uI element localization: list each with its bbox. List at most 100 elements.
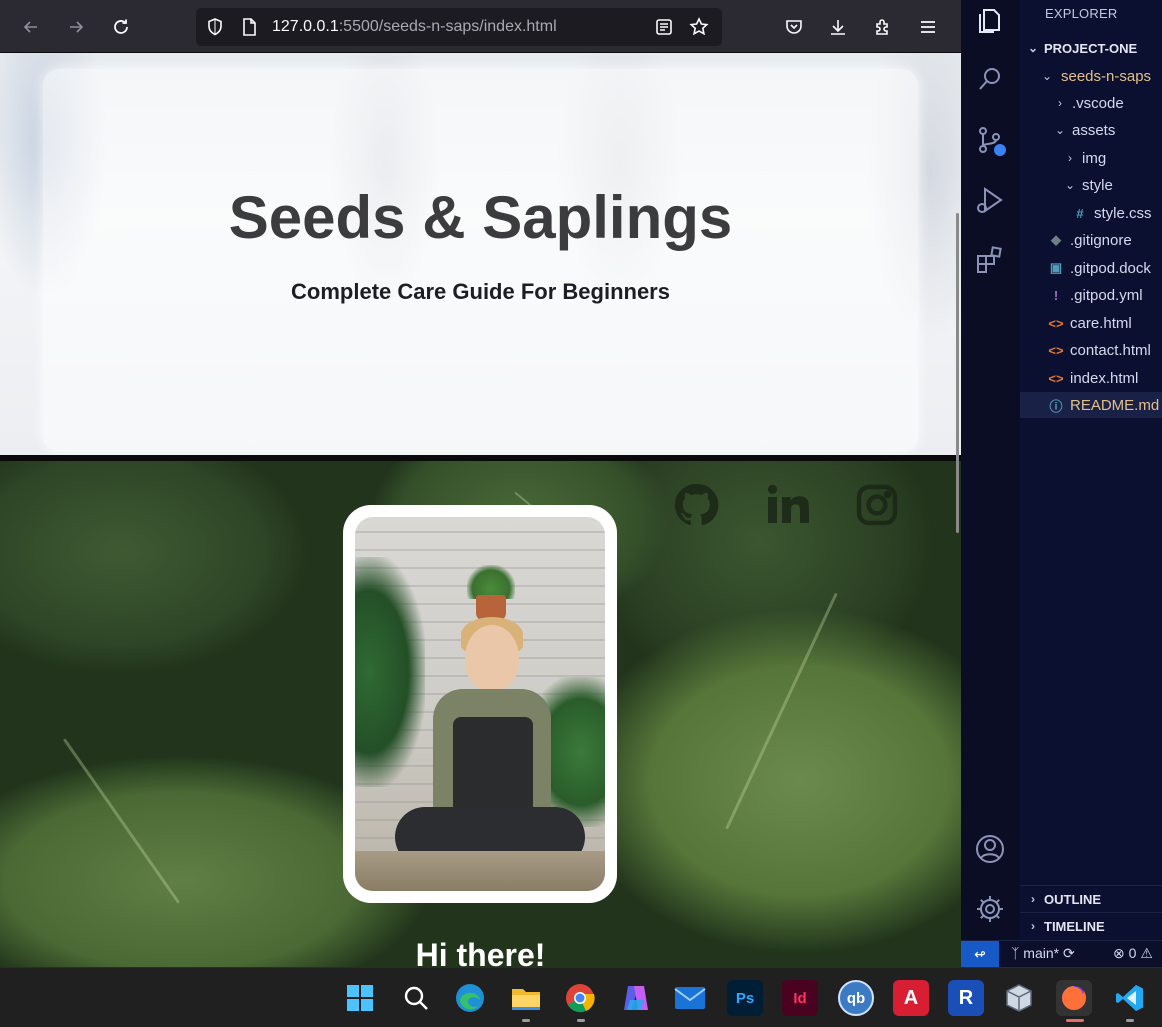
browser-toolbar: 127.0.0.1:5500/seeds-n-saps/index.html <box>0 0 961 53</box>
branch-icon: ᛉ <box>1011 945 1020 961</box>
leaf-vein <box>725 592 838 830</box>
forward-button[interactable] <box>60 11 92 43</box>
puzzle-icon <box>876 19 888 35</box>
page-icon[interactable] <box>239 17 259 37</box>
project-root[interactable]: ⌄ PROJECT-ONE <box>1020 35 1162 61</box>
run-debug-icon[interactable] <box>974 184 1006 216</box>
browser-window: 127.0.0.1:5500/seeds-n-saps/index.html S… <box>0 0 961 967</box>
linkedin-icon[interactable] <box>764 481 812 529</box>
remote-icon: ↫ <box>974 946 986 962</box>
tree-item-style-css[interactable]: # style.css <box>1020 200 1162 226</box>
reader-view-icon[interactable] <box>654 17 674 37</box>
tree-item-label: index.html <box>1070 369 1139 387</box>
tree-item-contact-html[interactable]: <> contact.html <box>1020 337 1162 363</box>
tree-item-gitpod-dockerfile[interactable]: ▣ .gitpod.dock <box>1020 255 1162 281</box>
tree-item-care-html[interactable]: <> care.html <box>1020 310 1162 336</box>
tree-item-label: .gitignore <box>1070 231 1132 249</box>
tree-item-index-html[interactable]: <> index.html <box>1020 365 1162 391</box>
tree-item-label: .gitpod.dock <box>1070 259 1151 277</box>
tree-item-gitignore[interactable]: ◆ .gitignore <box>1020 227 1162 253</box>
tree-item-style[interactable]: ⌄ style <box>1020 172 1162 198</box>
chevron-right-icon: › <box>1031 892 1035 906</box>
timeline-section[interactable]: › TIMELINE <box>1020 912 1162 939</box>
windows-start-icon[interactable] <box>342 980 378 1016</box>
account-icon[interactable] <box>974 833 1006 865</box>
page-scrollbar[interactable] <box>953 53 961 967</box>
outline-label: OUTLINE <box>1044 891 1102 907</box>
source-control-icon[interactable] <box>974 124 1008 158</box>
tree-item-vscode[interactable]: › .vscode <box>1020 90 1162 116</box>
vscode-icon[interactable] <box>1112 980 1148 1016</box>
firefox-icon[interactable] <box>1056 980 1092 1016</box>
arrow-right-icon <box>70 21 84 33</box>
extensions-icon[interactable] <box>974 244 1006 276</box>
url-text[interactable]: 127.0.0.1:5500/seeds-n-saps/index.html <box>272 18 557 36</box>
html-file-icon: <> <box>1048 342 1064 358</box>
tree-item-label: img <box>1082 149 1107 167</box>
docker-file-icon: ▣ <box>1049 260 1063 275</box>
tree-item-label: assets <box>1072 121 1116 139</box>
tree-item-readme[interactable]: ⓘ README.md <box>1020 392 1162 418</box>
git-file-icon: ◆ <box>1051 232 1061 247</box>
project-name: PROJECT-ONE <box>1044 40 1138 56</box>
pocket-button[interactable] <box>778 11 810 43</box>
problems-status[interactable]: ⊗ 0 ⚠ <box>1113 945 1153 962</box>
tree-item-label: .gitpod.yml <box>1070 286 1143 304</box>
url-bar[interactable]: 127.0.0.1:5500/seeds-n-saps/index.html <box>196 8 722 46</box>
tree-item-gitpod-yml[interactable]: ! .gitpod.yml <box>1020 282 1162 308</box>
explorer-files-icon[interactable] <box>974 4 1006 36</box>
mail-icon[interactable] <box>672 980 708 1016</box>
github-icon[interactable] <box>672 481 720 529</box>
explorer-title: EXPLORER <box>1045 6 1118 21</box>
tree-item-label: seeds-n-saps <box>1061 67 1152 85</box>
tree-item-seeds-n-saps[interactable]: ⌄ seeds-n-saps <box>1020 63 1162 89</box>
autocad-icon[interactable]: A <box>893 980 929 1016</box>
photoshop-icon[interactable]: Ps <box>727 980 763 1016</box>
branch-name: main* <box>1023 945 1060 961</box>
extensions-button[interactable] <box>867 11 899 43</box>
shield-icon[interactable] <box>205 17 225 37</box>
chevron-down-icon: ⌄ <box>1054 123 1066 137</box>
activity-bar <box>961 0 1020 940</box>
css-file-icon: # <box>1076 205 1084 221</box>
chrome-icon[interactable] <box>562 980 598 1016</box>
qbittorrent-icon[interactable]: qb <box>838 980 874 1016</box>
pocket-icon <box>786 20 802 34</box>
bookmark-star-icon[interactable] <box>689 17 709 37</box>
html-file-icon: <> <box>1048 370 1064 386</box>
outline-section[interactable]: › OUTLINE <box>1020 885 1162 912</box>
back-button[interactable] <box>15 11 47 43</box>
yaml-file-icon: ! <box>1053 287 1059 303</box>
tree-item-label: style.css <box>1094 204 1152 222</box>
tree-item-img[interactable]: › img <box>1020 145 1162 171</box>
file-explorer-icon[interactable] <box>508 980 544 1016</box>
indesign-icon[interactable]: Id <box>782 980 818 1016</box>
search-icon[interactable] <box>974 63 1006 95</box>
virtualbox-icon[interactable] <box>1001 980 1037 1016</box>
timeline-label: TIMELINE <box>1044 918 1105 934</box>
tree-item-assets[interactable]: ⌄ assets <box>1020 117 1162 143</box>
tree-item-label: README.md <box>1070 396 1160 414</box>
scroll-thumb[interactable] <box>956 213 959 533</box>
chevron-down-icon: ⌄ <box>1027 41 1039 55</box>
downloads-button[interactable] <box>822 11 854 43</box>
copilot-icon[interactable] <box>618 980 654 1016</box>
info-icon: ⓘ <box>1049 398 1063 414</box>
edge-icon[interactable] <box>452 980 488 1016</box>
status-bar: ↫ ᛉ main* ⟳ ⊗ 0 ⚠ <box>961 940 1162 968</box>
instagram-icon[interactable] <box>853 481 901 529</box>
reload-button[interactable] <box>105 11 137 43</box>
arrow-left-icon <box>23 21 37 33</box>
revit-icon[interactable]: R <box>948 980 984 1016</box>
menu-button[interactable] <box>912 11 944 43</box>
branch-status[interactable]: ᛉ main* ⟳ <box>1011 945 1075 962</box>
web-page: Seeds & Saplings Complete Care Guide For… <box>0 53 961 967</box>
url-host: 127.0.0.1 <box>272 18 339 35</box>
settings-gear-icon[interactable] <box>974 893 1006 925</box>
tree-item-label: contact.html <box>1070 341 1151 359</box>
remote-indicator[interactable]: ↫ <box>961 941 999 968</box>
profile-photo <box>355 517 605 891</box>
profile-photo-frame <box>343 505 617 903</box>
taskbar-search-icon[interactable] <box>398 980 434 1016</box>
download-icon <box>831 20 845 35</box>
